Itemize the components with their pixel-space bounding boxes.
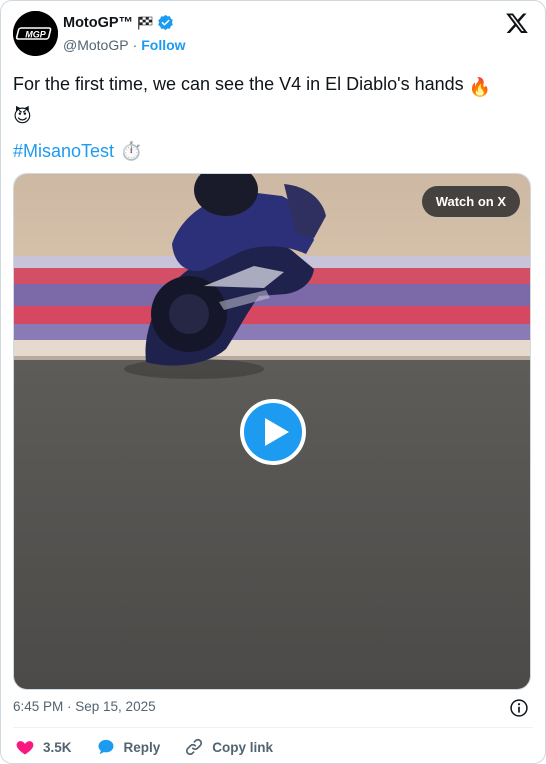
display-name[interactable]: MotoGP™ xyxy=(63,15,133,31)
follow-button[interactable]: Follow xyxy=(141,37,185,53)
reply-label: Reply xyxy=(123,739,161,755)
handle-row: @MotoGP · Follow xyxy=(63,37,186,53)
tweet-text-block: For the first time, we can see the V4 in… xyxy=(13,71,523,129)
timestamp[interactable]: 6:45 PM · Sep 15, 2025 xyxy=(13,699,156,714)
action-bar: 3.5K Reply Copy link xyxy=(15,737,297,757)
tweet-card: MGP MotoGP™ @MotoGP · Follow For the fir… xyxy=(0,0,546,764)
motogp-logo: MGP xyxy=(13,11,58,56)
like-count: 3.5K xyxy=(43,739,72,755)
hashtag-link[interactable]: #MisanoTest xyxy=(13,139,114,163)
like-button[interactable]: 3.5K xyxy=(15,737,72,757)
play-icon[interactable] xyxy=(239,398,307,466)
tweet-text: For the first time, we can see the V4 in… xyxy=(13,74,464,94)
author-name-row: MotoGP™ xyxy=(63,14,174,31)
checkered-flag-icon xyxy=(138,16,153,29)
avatar-text: MGP xyxy=(25,30,46,40)
x-logo-icon[interactable] xyxy=(505,11,529,35)
heart-icon xyxy=(16,741,34,755)
info-icon[interactable] xyxy=(509,698,529,718)
link-icon xyxy=(186,738,203,756)
verified-badge-icon[interactable] xyxy=(157,14,174,31)
copy-link-label: Copy link xyxy=(212,739,274,755)
copy-link-button[interactable]: Copy link xyxy=(184,737,273,757)
video-player[interactable]: Watch on X xyxy=(13,173,531,690)
handle[interactable]: @MotoGP xyxy=(63,37,129,53)
avatar[interactable]: MGP xyxy=(13,11,58,56)
divider xyxy=(13,727,533,728)
fire-emoji: 🔥 xyxy=(468,77,492,97)
separator: · xyxy=(132,37,138,53)
stopwatch-emoji: ⏱️ xyxy=(120,141,143,161)
watch-on-x-button[interactable]: Watch on X xyxy=(421,186,520,217)
devil-emoji: 😈 xyxy=(13,106,32,126)
hashtag-row: #MisanoTest ⏱️ xyxy=(13,139,142,163)
reply-bubble-icon xyxy=(98,739,114,755)
reply-button[interactable]: Reply xyxy=(96,737,161,757)
